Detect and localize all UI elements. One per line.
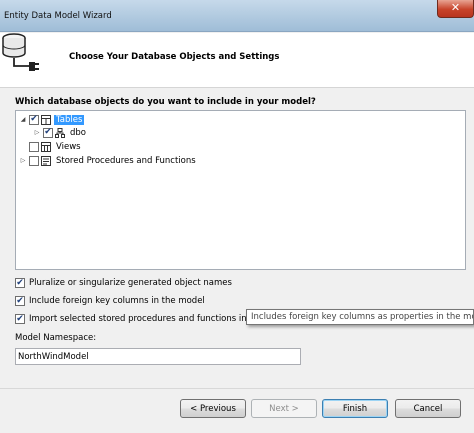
tree-label-tables: Tables (54, 114, 85, 125)
tables-checkbox[interactable]: ✔ (29, 114, 39, 125)
database-connector-icon (2, 33, 39, 71)
stored-procedure-icon (41, 155, 51, 166)
stored-procedures-checkbox[interactable] (29, 155, 39, 166)
views-checkbox[interactable] (29, 141, 39, 152)
title-bar[interactable]: Entity Data Model Wizard ✕ (0, 0, 474, 32)
import-procedures-checkbox[interactable]: ✔ (15, 314, 25, 324)
tree-node-dbo[interactable]: ▷ ✔ dbo (33, 126, 88, 139)
finish-button[interactable]: Finish (322, 399, 388, 418)
window-title: Entity Data Model Wizard (4, 11, 112, 21)
pluralize-checkbox[interactable]: ✔ (15, 278, 25, 288)
view-icon (41, 141, 51, 152)
cancel-button[interactable]: Cancel (395, 399, 461, 418)
next-button[interactable]: Next > (251, 399, 317, 418)
tree-label-dbo: dbo (70, 127, 86, 138)
wizard-window: Entity Data Model Wizard ✕ Choose Your D… (0, 0, 474, 433)
tree-node-tables[interactable]: ◢ ✔ Tables (19, 113, 85, 126)
foreign-key-option[interactable]: ✔ Include foreign key columns in the mod… (15, 295, 205, 307)
close-icon: ✕ (450, 1, 461, 14)
tree-label-stored-procedures: Stored Procedures and Functions (56, 155, 196, 166)
page-heading: Choose Your Database Objects and Setting… (69, 52, 280, 62)
collapse-arrow-icon[interactable]: ◢ (19, 116, 27, 123)
tree-label-views: Views (56, 141, 81, 152)
foreign-key-label: Include foreign key columns in the model (29, 296, 205, 306)
import-procedures-option[interactable]: ✔ Import selected stored procedures and … (15, 313, 261, 325)
namespace-label: Model Namespace: (15, 333, 97, 343)
previous-button[interactable]: < Previous (180, 399, 246, 418)
tree-node-views[interactable]: Views (27, 140, 83, 153)
pluralize-label: Pluralize or singularize generated objec… (29, 278, 232, 288)
objects-question: Which database objects do you want to in… (15, 97, 316, 107)
dbo-checkbox[interactable]: ✔ (43, 127, 53, 138)
foreign-key-tooltip: Includes foreign key columns as properti… (246, 309, 474, 325)
import-procedures-label: Import selected stored procedures and fu… (29, 314, 262, 324)
footer-divider (0, 388, 474, 389)
expand-arrow-icon[interactable]: ▷ (19, 157, 27, 164)
expand-arrow-icon[interactable]: ▷ (33, 129, 41, 136)
foreign-key-checkbox[interactable]: ✔ (15, 296, 25, 306)
table-icon (41, 114, 51, 125)
close-button[interactable]: ✕ (437, 0, 474, 18)
schema-icon (55, 127, 65, 138)
database-objects-tree[interactable]: ◢ ✔ Tables ▷ ✔ dbo Views ▷ Stored Proced… (15, 110, 466, 270)
namespace-input[interactable] (15, 348, 301, 365)
tree-node-stored-procedures[interactable]: ▷ Stored Procedures and Functions (19, 154, 198, 167)
wizard-header: Choose Your Database Objects and Setting… (0, 33, 474, 88)
pluralize-option[interactable]: ✔ Pluralize or singularize generated obj… (15, 277, 232, 289)
